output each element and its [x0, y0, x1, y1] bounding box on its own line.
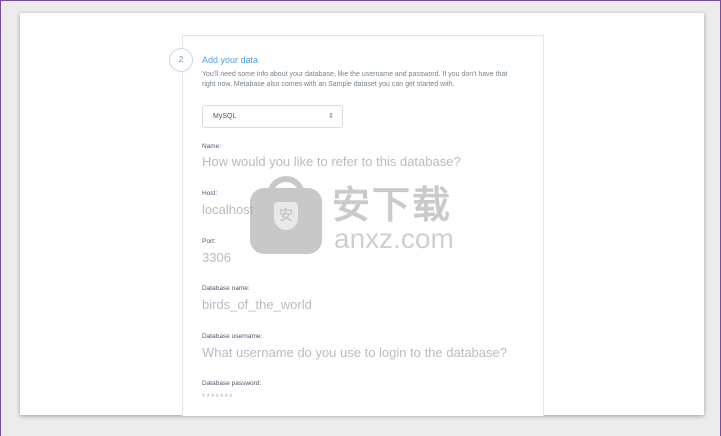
database-type-select[interactable]: MySQL ⇕: [202, 105, 343, 128]
port-input[interactable]: 3306: [202, 250, 231, 265]
database-username-label: Database username:: [202, 333, 263, 340]
step-description: You'll need some info about your databas…: [202, 71, 508, 88]
database-name-input[interactable]: birds_of_the_world: [202, 297, 312, 312]
name-label: Name:: [202, 143, 222, 150]
name-input[interactable]: How would you like to refer to this data…: [202, 154, 461, 169]
database-password-input[interactable]: *******: [202, 392, 234, 402]
database-name-label: Database name:: [202, 285, 250, 292]
step-title: Add your data: [202, 55, 259, 65]
app-window: 2 Add your data You'll need some info ab…: [20, 13, 704, 416]
database-type-value: MySQL: [213, 113, 237, 120]
host-input[interactable]: localhost: [202, 202, 253, 217]
chevron-up-down-icon: ⇕: [328, 113, 334, 120]
database-username-input[interactable]: What username do you use to login to the…: [202, 345, 507, 360]
step-number-badge: 2: [169, 48, 193, 72]
port-label: Port:: [202, 238, 216, 245]
host-label: Host:: [202, 190, 218, 197]
database-password-label: Database password:: [202, 380, 262, 387]
